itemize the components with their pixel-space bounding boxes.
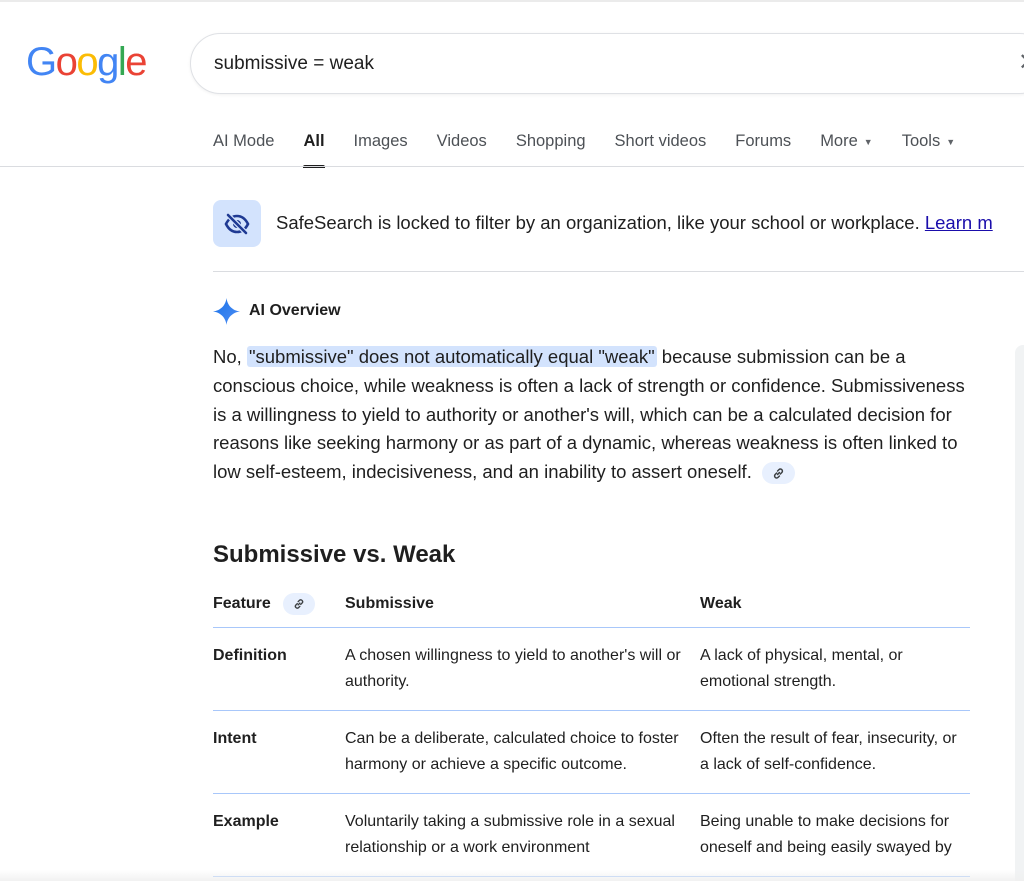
ai-intro: No, — [213, 346, 247, 367]
table-row: Example Voluntarily taking a submissive … — [213, 793, 970, 877]
citation-button[interactable] — [761, 462, 795, 485]
table-header-cell: Feature — [213, 582, 345, 628]
logo-letter: g — [97, 40, 119, 84]
table-cell-submissive: Voluntarily taking a submissive role in … — [345, 793, 700, 877]
tab-forums[interactable]: Forums — [735, 128, 791, 168]
table-cell-submissive: Can be a deliberate, calculated choice t… — [345, 710, 700, 794]
ai-overview-text: No, "submissive" does not automatically … — [213, 343, 973, 487]
header-feature: Feature — [213, 595, 271, 613]
table-header-row: Feature Submissive Weak — [213, 582, 970, 628]
link-icon — [294, 599, 304, 610]
google-logo[interactable]: Google — [26, 40, 147, 84]
tab-shopping[interactable]: Shopping — [516, 128, 586, 168]
tab-tools[interactable]: Tools ▼ — [902, 128, 955, 168]
safesearch-icon-box — [213, 200, 261, 247]
tab-images[interactable]: Images — [354, 128, 408, 168]
table-cell-feature: Intent — [213, 710, 345, 794]
tab-label: Tools — [901, 132, 941, 150]
table-row: Definition A chosen willingness to yield… — [213, 627, 970, 711]
tab-videos[interactable]: Videos — [437, 128, 487, 168]
tab-label: AI Mode — [213, 132, 275, 150]
tab-ai-mode[interactable]: AI Mode — [213, 128, 274, 168]
caret-down-icon: ▼ — [863, 136, 873, 147]
bottom-fade — [0, 870, 1024, 881]
safesearch-message: SafeSearch is locked to filter by an org… — [276, 212, 993, 234]
search-tabs: AI Mode All Images Videos Shopping Short… — [213, 128, 984, 168]
tab-short-videos[interactable]: Short videos — [615, 128, 707, 168]
eye-off-icon — [224, 212, 250, 235]
logo-letter: l — [117, 40, 127, 84]
close-icon[interactable]: ✕ — [1018, 50, 1024, 76]
citation-button[interactable] — [283, 593, 316, 616]
tab-label: More — [820, 132, 858, 150]
ai-overview-title: AI Overview — [249, 302, 341, 319]
caret-down-icon: ▼ — [946, 136, 956, 147]
tab-label: Shopping — [515, 132, 586, 150]
table-cell-feature: Definition — [213, 627, 345, 711]
ai-overview-header: AI Overview — [213, 297, 341, 325]
ai-highlight: "submissive" does not automatically equa… — [246, 346, 657, 367]
logo-letter: o — [55, 40, 78, 84]
table-cell-feature: Example — [213, 793, 345, 877]
logo-letter: G — [26, 40, 57, 84]
link-icon — [773, 468, 784, 479]
table-row: Intent Can be a deliberate, calculated c… — [213, 710, 970, 794]
tab-all[interactable]: All — [303, 128, 325, 168]
table-header-cell: Weak — [700, 582, 970, 628]
tab-label: Forums — [735, 132, 792, 150]
section-divider — [213, 271, 1024, 272]
tab-label: Videos — [436, 132, 487, 150]
learn-more-link[interactable]: Learn m — [925, 212, 993, 233]
comparison-table-title: Submissive vs. Weak — [213, 541, 456, 568]
sparkle-icon — [213, 297, 240, 325]
safesearch-text: SafeSearch is locked to filter by an org… — [276, 212, 920, 233]
tab-more[interactable]: More ▼ — [820, 128, 873, 168]
browser-top-edge — [0, 0, 1024, 2]
table-cell-submissive: A chosen willingness to yield to another… — [345, 627, 700, 711]
side-panel-edge — [1015, 345, 1024, 881]
search-input[interactable] — [214, 52, 974, 76]
tabs-divider — [0, 166, 1024, 167]
table-cell-weak: A lack of physical, mental, or emotional… — [700, 627, 970, 711]
tab-label: Images — [353, 132, 408, 150]
tab-label: All — [303, 132, 325, 150]
tab-label: Short videos — [614, 132, 707, 150]
logo-letter: e — [125, 40, 147, 84]
search-box[interactable]: ✕ — [190, 33, 1024, 94]
table-header-cell: Submissive — [345, 582, 700, 628]
table-cell-weak: Being unable to make decisions for onese… — [700, 793, 970, 877]
logo-letter: o — [76, 40, 98, 84]
comparison-table: Feature Submissive Weak Definition A cho… — [213, 582, 970, 877]
table-cell-weak: Often the result of fear, insecurity, or… — [700, 710, 970, 794]
